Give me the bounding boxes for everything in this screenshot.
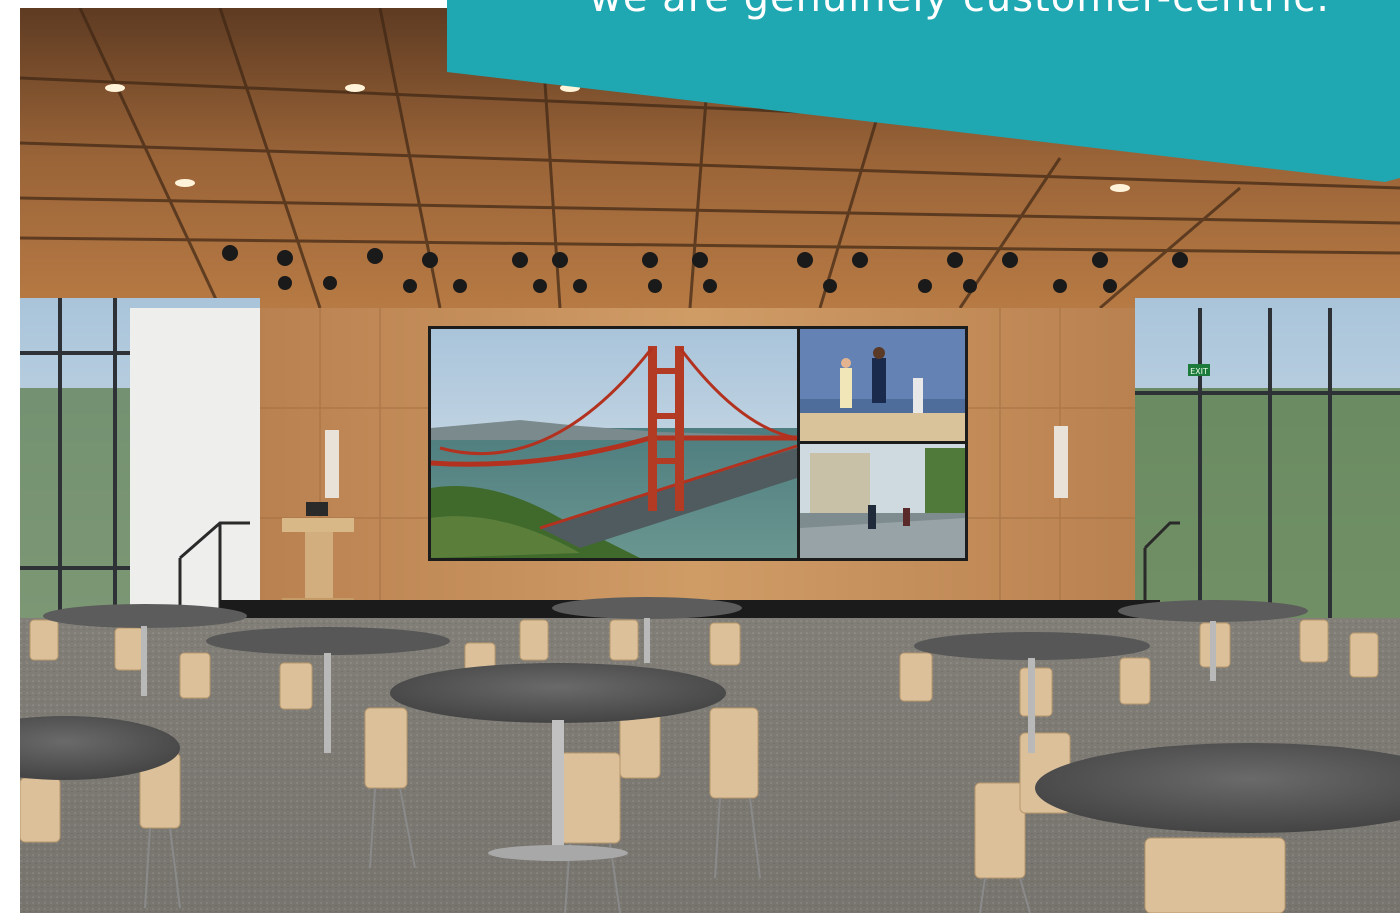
basketball-game-panel	[800, 329, 965, 441]
campus-building-panel	[800, 444, 965, 558]
banner-quote-text: we are genuinely customer-centric.	[589, 0, 1330, 18]
conference-hall-photo: EXIT	[20, 8, 1400, 913]
exit-sign-label: EXIT	[1190, 367, 1208, 376]
video-wall	[428, 326, 968, 561]
golden-gate-bridge-panel	[430, 329, 798, 558]
